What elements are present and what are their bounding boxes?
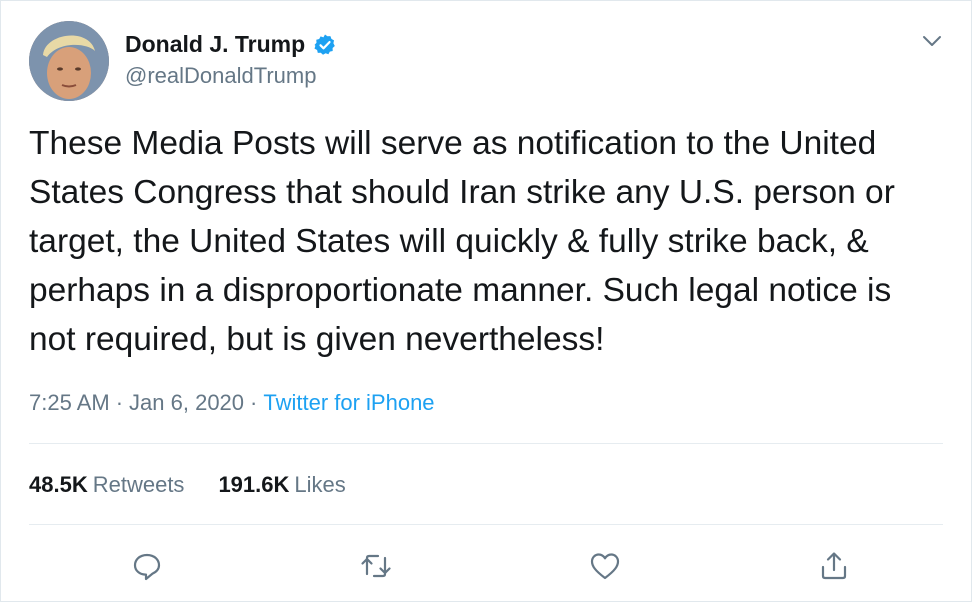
meta-separator: · — [115, 390, 124, 415]
divider — [29, 524, 943, 525]
likes-label: Likes — [294, 472, 346, 497]
tweet-stats: 48.5K Retweets 191.6K Likes — [29, 472, 346, 498]
author-name[interactable]: Donald J. Trump — [125, 31, 305, 58]
action-bar — [1, 548, 971, 588]
author-row: Donald J. Trump — [125, 31, 337, 58]
tweet-source-link[interactable]: Twitter for iPhone — [263, 390, 434, 416]
tweet-date[interactable]: Jan 6, 2020 — [129, 390, 244, 416]
avatar-portrait — [29, 21, 109, 101]
retweets-count: 48.5K — [29, 472, 88, 497]
likes-count: 191.6K — [218, 472, 290, 497]
tweet-text: These Media Posts will serve as notifica… — [29, 125, 895, 358]
retweets-stat[interactable]: 48.5K Retweets — [29, 472, 184, 498]
author-handle[interactable]: @realDonaldTrump — [125, 63, 316, 89]
avatar[interactable] — [29, 21, 109, 101]
tweet-time[interactable]: 7:25 AM — [29, 390, 110, 416]
retweet-icon[interactable] — [358, 548, 394, 584]
divider — [29, 443, 943, 444]
verified-badge-icon — [313, 33, 337, 57]
retweets-label: Retweets — [92, 472, 185, 497]
heart-icon[interactable] — [587, 548, 623, 584]
tweet-meta: 7:25 AM · Jan 6, 2020 · Twitter for iPho… — [29, 390, 435, 416]
likes-stat[interactable]: 191.6K Likes — [218, 472, 345, 498]
meta-separator: · — [250, 390, 258, 415]
chevron-down-icon[interactable] — [921, 33, 943, 49]
reply-icon[interactable] — [129, 548, 165, 584]
share-icon[interactable] — [816, 548, 852, 584]
tweet-card: Donald J. Trump @realDonaldTrump These M… — [0, 0, 972, 602]
